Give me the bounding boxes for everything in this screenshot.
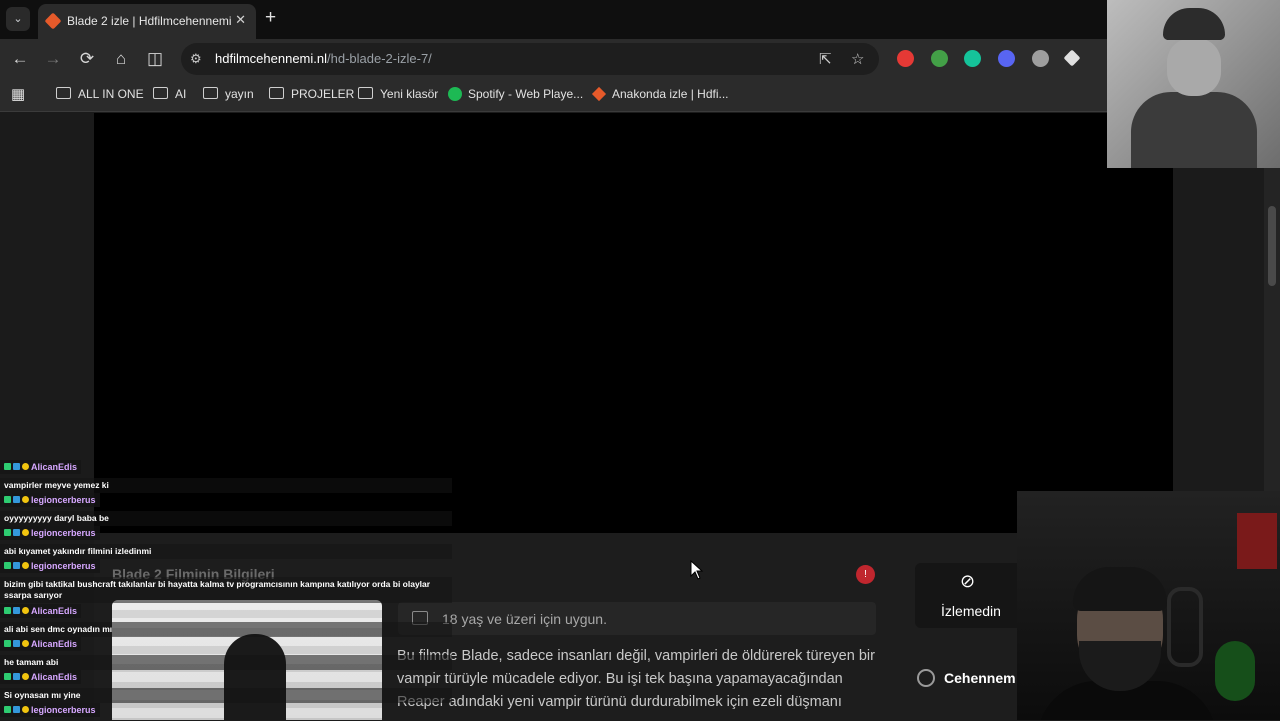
chat-username: AlicanEdis [31, 672, 78, 682]
age-rating-text: 18 yaş ve üzeri için uygun. [442, 611, 607, 627]
chat-text: oyyyyyyyyy daryl baba be [0, 511, 452, 526]
chat-username: legioncerberus [31, 561, 96, 571]
bookmark-label: yayın [225, 87, 254, 101]
cehennem-link[interactable]: Cehennem [915, 665, 1027, 695]
shield-check-icon[interactable] [931, 50, 948, 67]
watched-toggle-button[interactable]: ⊘ İzlemedin [915, 563, 1027, 628]
folder-icon [56, 87, 71, 99]
chat-username: legioncerberus [31, 495, 96, 505]
headset-icon [1167, 587, 1203, 667]
eye-off-icon: ⊘ [960, 571, 976, 591]
apps-icon[interactable]: ▦ [11, 85, 25, 103]
bookmark-anakonda[interactable]: Anakonda izle | Hdfi... [591, 86, 729, 102]
portrait-overlay-image [1107, 0, 1280, 168]
bookmark-label: Anakonda izle | Hdfi... [612, 87, 729, 101]
browser-toolbar: ← → ⟳ ⌂ ◫ ⚙ hdfilmcehennemi.nl/hd-blade-… [0, 39, 1280, 79]
bookmark-label: ALL IN ONE [78, 87, 144, 101]
portrait-uniform [1131, 92, 1257, 168]
site-info-icon[interactable]: ⚙ [190, 51, 202, 67]
chat-text: ali abi sen dmc oynadın mı [0, 622, 452, 637]
bookmark-label: AI [175, 87, 187, 101]
mouse-cursor-icon [690, 560, 704, 580]
url-path: /hd-blade-2-izle-7/ [327, 51, 432, 66]
bookmarks-bar: ▦ ALL IN ONE AI yayın PROJELER Yeni klas… [0, 79, 1280, 112]
age-rating-box: 18 yaş ve üzeri için uygun. [398, 602, 876, 635]
portrait-cap [1163, 8, 1225, 40]
site-favicon-icon [44, 12, 62, 30]
notification-badge[interactable]: ! [856, 565, 875, 584]
home-button[interactable]: ⌂ [110, 48, 132, 70]
tab-close-icon[interactable]: ✕ [235, 12, 246, 28]
bookmark-label: PROJELER [291, 87, 355, 101]
chat-message: AlicanEdis he tamam abi [0, 637, 452, 670]
bookmark-ai[interactable]: AI [153, 87, 186, 101]
bookmark-projeler[interactable]: PROJELER [269, 87, 354, 101]
bookmark-spotify[interactable]: Spotify - Web Playe... [448, 87, 583, 101]
portrait-face [1167, 38, 1221, 96]
chat-text: he tamam abi [0, 655, 452, 670]
folder-icon [153, 87, 168, 99]
chat-message: legioncerberus abi kıyamet yakındır film… [0, 526, 452, 559]
webcam-overlay [1017, 491, 1280, 720]
bookmark-yayin[interactable]: yayın [203, 87, 254, 101]
bookmark-star-icon[interactable]: ☆ [851, 50, 864, 68]
flag-in-background [1237, 513, 1277, 569]
chat-username: AlicanEdis [31, 606, 78, 616]
stream-chat-overlay: AlicanEdis vampirler meyve yemez ki legi… [0, 458, 452, 720]
chat-message: AlicanEdis vampirler meyve yemez ki [0, 460, 452, 493]
new-tab-button[interactable]: + [265, 7, 276, 29]
chat-message: AlicanEdis ali abi sen dmc oynadın mı [0, 604, 452, 637]
reload-button[interactable]: ⟳ [76, 48, 98, 70]
chat-message: legioncerberus oyyyyyyyyy daryl baba be [0, 493, 452, 526]
cehennem-label: Cehennem [944, 670, 1016, 686]
folder-icon [269, 87, 284, 99]
green-light [1215, 641, 1255, 701]
chat-text: abi kıyamet yakındır filmini izledinmi [0, 544, 452, 559]
back-button[interactable]: ← [9, 48, 31, 70]
address-bar[interactable]: ⚙ hdfilmcehennemi.nl/hd-blade-2-izle-7/ … [181, 43, 879, 75]
flame-icon [917, 669, 935, 687]
forward-button[interactable]: → [42, 48, 64, 70]
tab-strip: ⌄ Blade 2 izle | Hdfilmcehennemi ✕ + [0, 0, 1280, 39]
url-text[interactable]: hdfilmcehennemi.nl/hd-blade-2-izle-7/ [215, 51, 432, 66]
movie-description: Bu filmde Blade, sadece insanları değil,… [397, 648, 875, 710]
chat-text: bizim gibi taktikal bushcraft takılanlar… [0, 577, 452, 603]
chat-username: legioncerberus [31, 705, 96, 715]
shield-icon[interactable] [1032, 50, 1049, 67]
active-tab[interactable]: Blade 2 izle | Hdfilmcehennemi ✕ [38, 4, 256, 39]
bookmark-all-in-one[interactable]: ALL IN ONE [56, 87, 144, 101]
bookmark-yeni-klasor[interactable]: Yeni klasör [358, 87, 438, 101]
discord-icon[interactable] [998, 50, 1015, 67]
cast-icon[interactable]: ⇱ [819, 50, 832, 68]
chat-message: legioncerberus [0, 703, 100, 721]
red-circle-icon[interactable] [897, 50, 914, 67]
chat-username: AlicanEdis [31, 639, 78, 649]
chat-text: vampirler meyve yemez ki [0, 478, 452, 493]
spotify-icon [448, 87, 462, 101]
site-flame-icon [591, 86, 607, 102]
watched-label: İzlemedin [941, 603, 1001, 619]
diamond-icon[interactable] [1063, 49, 1081, 67]
chat-username: legioncerberus [31, 528, 96, 538]
folder-icon [203, 87, 218, 99]
bookmark-label: Yeni klasör [380, 87, 439, 101]
bookmark-label: Spotify - Web Playe... [468, 87, 584, 101]
chat-message: legioncerberus bizim gibi taktikal bushc… [0, 559, 452, 603]
grammarly-icon[interactable] [964, 50, 981, 67]
tab-title: Blade 2 izle | Hdfilmcehennemi [67, 14, 232, 28]
folder-icon [358, 87, 373, 99]
chat-text: Si oynasan mı yine [0, 688, 452, 703]
chat-message: AlicanEdis Si oynasan mı yine [0, 670, 452, 703]
split-view-button[interactable]: ◫ [144, 48, 166, 70]
webcam-hair [1073, 567, 1167, 611]
chat-username: AlicanEdis [31, 462, 78, 472]
tab-search-button[interactable]: ⌄ [6, 7, 30, 31]
url-host: hdfilmcehennemi.nl [215, 51, 328, 66]
scrollbar-thumb[interactable] [1268, 206, 1276, 286]
